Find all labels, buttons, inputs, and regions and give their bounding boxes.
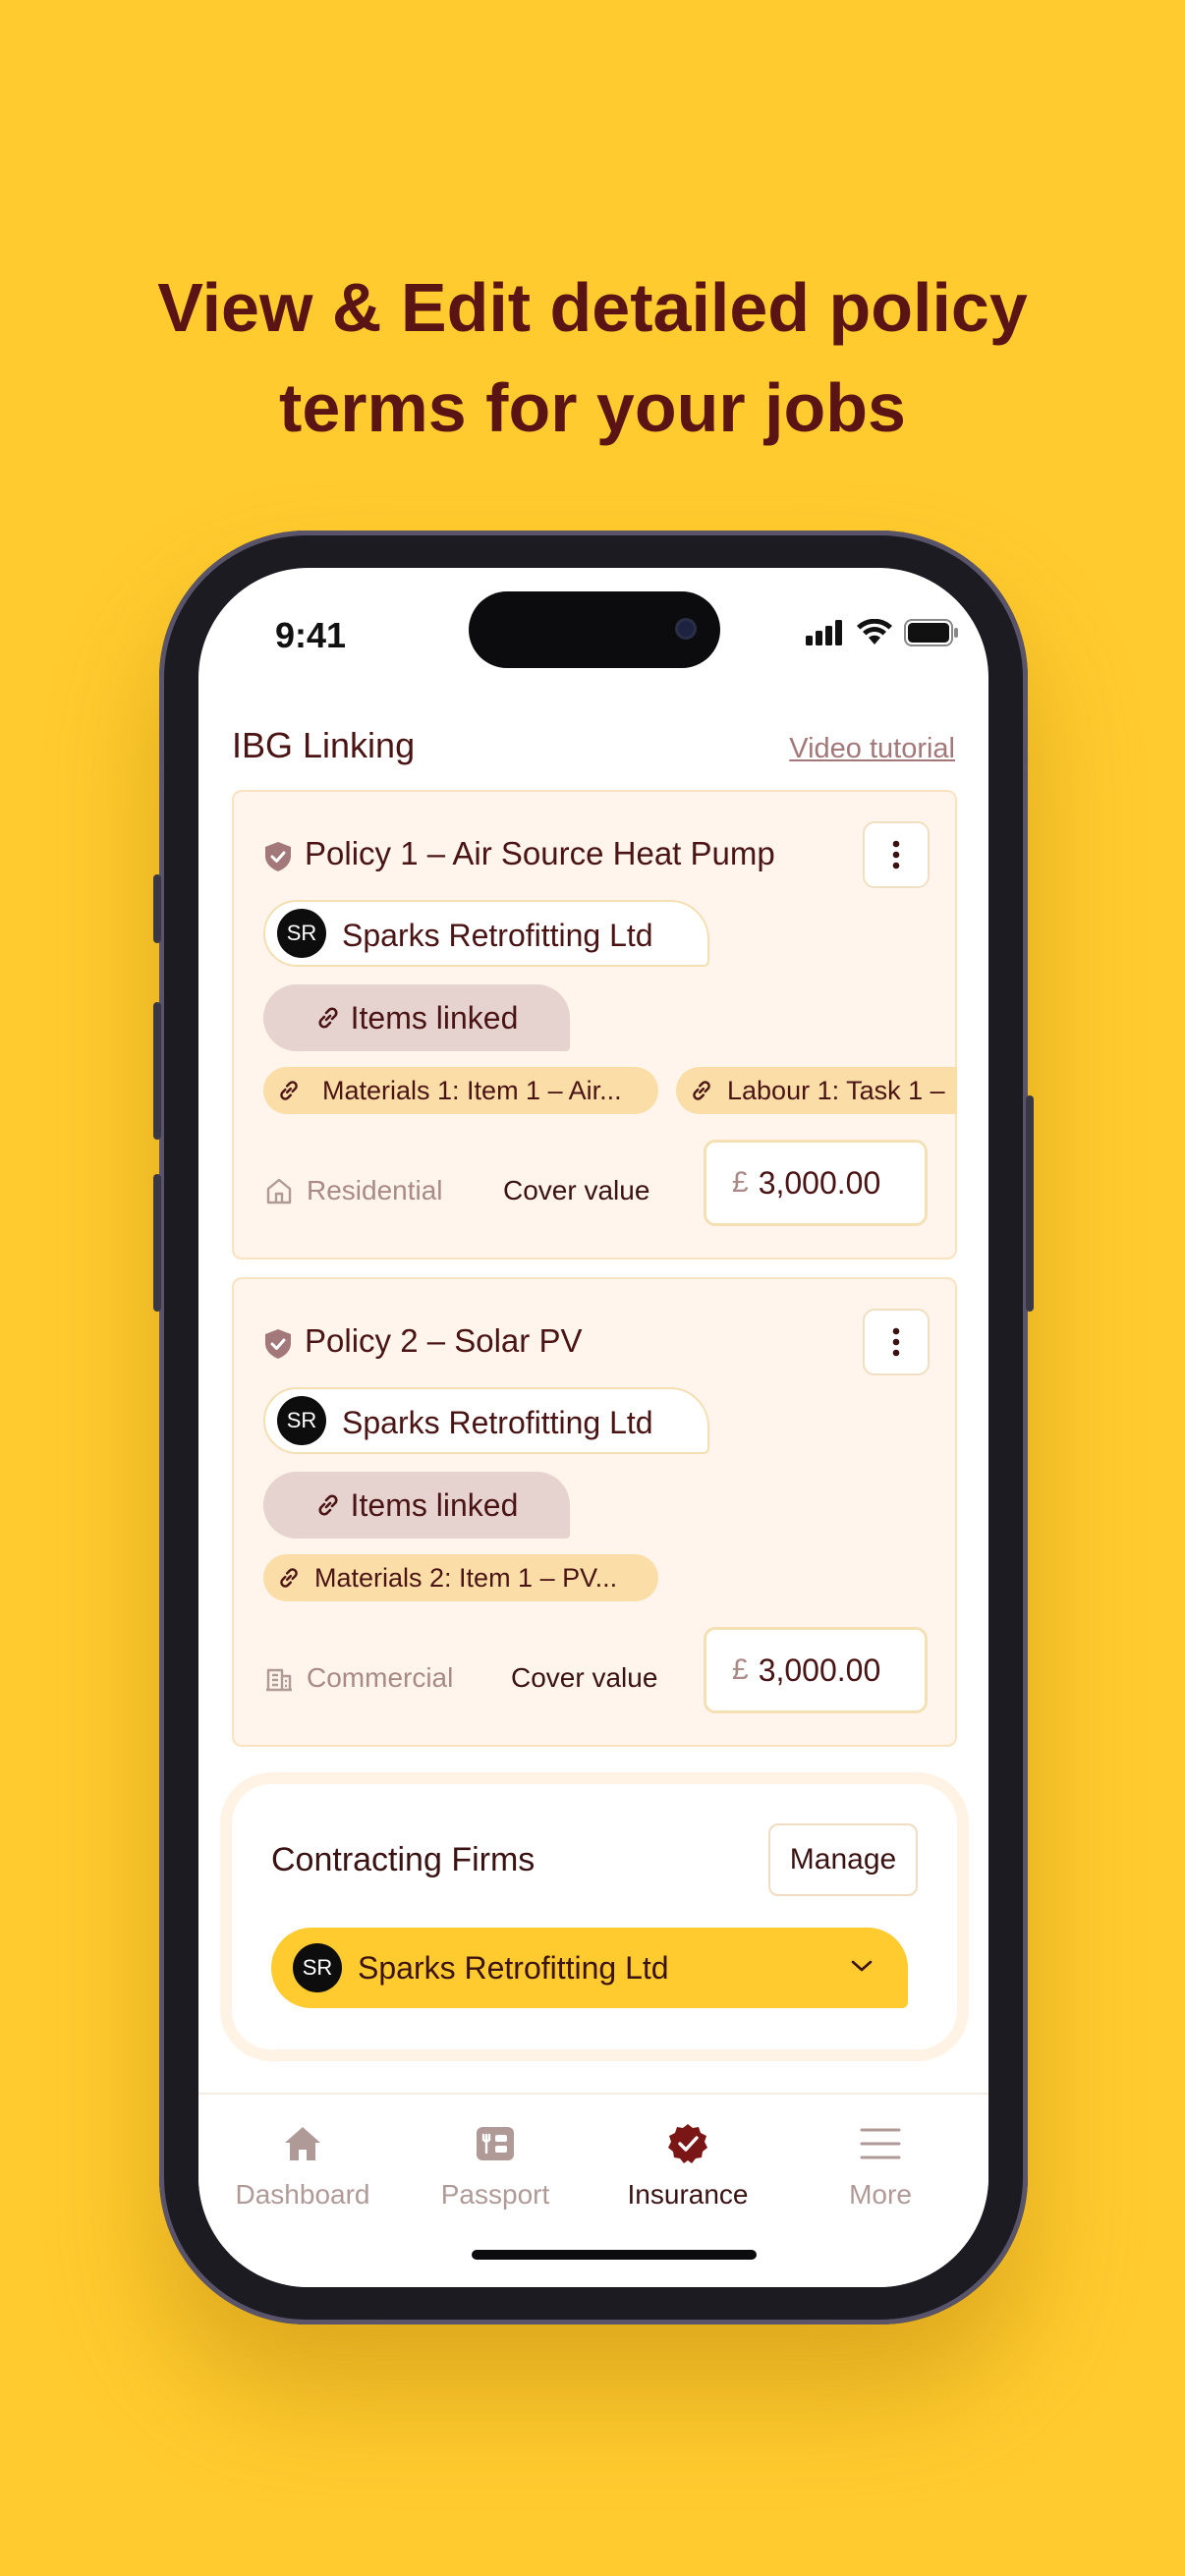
policy-card: Policy 1 – Air Source Heat Pump SR Spark… <box>232 790 957 1260</box>
status-icons <box>806 619 959 646</box>
link-icon <box>318 1007 338 1029</box>
signal-icon <box>806 620 842 645</box>
items-linked-label: Items linked <box>350 1486 519 1523</box>
headline: View & Edit detailed policy terms for yo… <box>0 257 1185 458</box>
avatar: SR <box>277 909 326 958</box>
shield-check-icon <box>265 842 291 871</box>
chip-label: Labour 1: Task 1 – <box>727 1075 945 1105</box>
firm-pill[interactable]: SR Sparks Retrofitting Ltd <box>263 900 709 967</box>
selected-firm-name: Sparks Retrofitting Ltd <box>358 1950 669 1986</box>
property-type: Residential <box>263 1175 443 1206</box>
linked-item-chip[interactable]: Materials 2: Item 1 – PV... <box>263 1554 658 1601</box>
avatar: SR <box>293 1943 342 1992</box>
tab-passport[interactable]: Passport <box>397 2116 593 2211</box>
headline-line-1: View & Edit detailed policy <box>157 269 1028 346</box>
tab-insurance[interactable]: Insurance <box>590 2116 786 2211</box>
firm-name: Sparks Retrofitting Ltd <box>342 918 653 953</box>
items-linked-label: Items linked <box>350 999 519 1036</box>
chevron-down-icon <box>851 1960 873 1972</box>
tab-label: Passport <box>440 2179 550 2210</box>
policy-title: Policy 2 – Solar PV <box>305 1322 583 1359</box>
firm-name: Sparks Retrofitting Ltd <box>342 1405 653 1440</box>
contracting-firms-card: Contracting Firms Manage SR Sparks Retro… <box>232 1784 957 2049</box>
building-icon <box>266 1668 292 1692</box>
volume-up-button <box>153 1002 161 1140</box>
firm-select-dropdown[interactable]: SR Sparks Retrofitting Ltd <box>271 1928 908 2008</box>
chip-label: Materials 2: Item 1 – PV... <box>314 1562 618 1593</box>
home-indicator <box>472 2250 757 2260</box>
tab-dashboard[interactable]: Dashboard <box>204 2116 401 2211</box>
link-icon <box>280 1081 298 1100</box>
screen: 9:41 IBG Linking Video tutorial Policy 1… <box>198 568 988 2287</box>
link-icon <box>693 1081 710 1100</box>
items-linked-button[interactable]: Items linked <box>263 1472 570 1539</box>
cover-value-label: Cover value <box>511 1662 658 1693</box>
policy-title: Policy 1 – Air Source Heat Pump <box>305 835 775 871</box>
property-type: Commercial <box>263 1662 453 1694</box>
kebab-icon <box>892 1327 900 1357</box>
property-type-label: Commercial <box>307 1662 454 1693</box>
currency-symbol: £ <box>732 1653 749 1686</box>
house-icon <box>266 1178 292 1204</box>
menu-icon <box>860 2128 901 2159</box>
phone-frame: 9:41 IBG Linking Video tutorial Policy 1… <box>153 531 1034 2324</box>
section-title: IBG Linking <box>232 725 416 765</box>
linked-item-chip[interactable]: Materials 1: Item 1 – Air... <box>263 1067 658 1114</box>
wifi-icon <box>857 619 892 644</box>
more-options-button[interactable] <box>863 821 930 888</box>
contracting-firms-title: Contracting Firms <box>271 1841 536 1878</box>
passport-icon <box>477 2127 514 2160</box>
shield-check-icon <box>265 1329 291 1359</box>
dynamic-island <box>469 591 720 668</box>
action-button <box>153 874 161 943</box>
more-options-button[interactable] <box>863 1309 930 1375</box>
tab-more[interactable]: More <box>782 2116 979 2211</box>
link-icon <box>318 1494 338 1516</box>
cover-value-input[interactable]: £ 3,000.00 <box>704 1627 928 1713</box>
currency-symbol: £ <box>732 1166 749 1199</box>
status-time: 9:41 <box>275 615 347 655</box>
camera-icon <box>675 618 697 640</box>
power-button <box>1026 1095 1034 1312</box>
cover-value-amount: 3,000.00 <box>758 1164 881 1201</box>
tab-label: Insurance <box>627 2179 749 2210</box>
linked-item-chip[interactable]: Labour 1: Task 1 – <box>676 1067 957 1114</box>
insurance-badge-icon <box>668 2124 707 2163</box>
home-icon <box>285 2127 320 2160</box>
cover-value-input[interactable]: £ 3,000.00 <box>704 1140 928 1226</box>
cover-value-amount: 3,000.00 <box>758 1652 881 1688</box>
firm-pill[interactable]: SR Sparks Retrofitting Ltd <box>263 1387 709 1454</box>
tab-label: More <box>849 2179 912 2210</box>
link-icon <box>280 1568 298 1588</box>
headline-line-2: terms for your jobs <box>279 369 906 446</box>
chip-label: Materials 1: Item 1 – Air... <box>322 1075 622 1105</box>
items-linked-button[interactable]: Items linked <box>263 984 570 1051</box>
avatar: SR <box>277 1396 326 1445</box>
volume-down-button <box>153 1174 161 1312</box>
video-tutorial-link[interactable]: Video tutorial <box>789 733 955 765</box>
manage-button[interactable]: Manage <box>768 1823 918 1896</box>
battery-icon <box>904 619 958 646</box>
property-type-label: Residential <box>307 1175 443 1205</box>
policy-card: Policy 2 – Solar PV SR Sparks Retrofitti… <box>232 1277 957 1747</box>
tab-label: Dashboard <box>235 2179 370 2210</box>
kebab-icon <box>892 840 900 869</box>
cover-value-label: Cover value <box>503 1175 650 1205</box>
